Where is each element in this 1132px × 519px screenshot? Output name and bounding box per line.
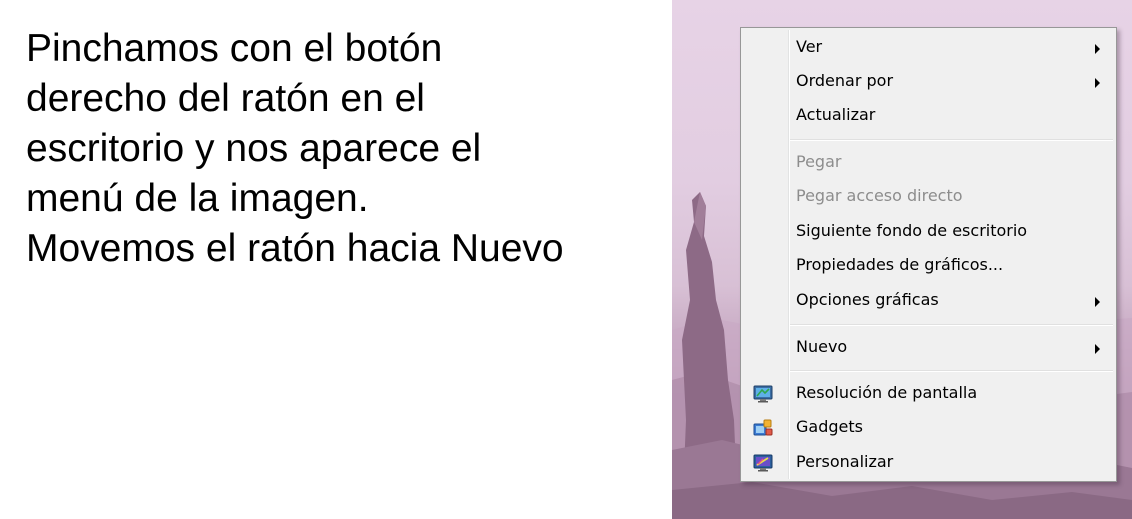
instruction-line: Pinchamos con el botón xyxy=(26,27,443,70)
instruction-line: menú de la imagen. xyxy=(26,177,369,220)
menu-item-label: Pegar acceso directo xyxy=(796,186,963,205)
menu-separator xyxy=(790,324,1113,326)
menu-item-personalizar[interactable]: Personalizar xyxy=(743,446,1114,478)
menu-item-label: Ordenar por xyxy=(796,71,894,90)
menu-item-propiedades-graficos[interactable]: Propiedades de gráficos... xyxy=(743,249,1114,281)
instruction-line: Movemos el ratón hacia Nuevo xyxy=(26,227,564,270)
menu-item-label: Propiedades de gráficos... xyxy=(796,255,1004,274)
menu-item-gadgets[interactable]: Gadgets xyxy=(743,411,1114,443)
menu-item-opciones-graficas[interactable]: Opciones gráficas xyxy=(743,284,1114,316)
menu-item-ordenar-por[interactable]: Ordenar por xyxy=(743,65,1114,97)
menu-item-actualizar[interactable]: Actualizar xyxy=(743,99,1114,131)
menu-item-label: Siguiente fondo de escritorio xyxy=(796,221,1028,240)
submenu-arrow-icon xyxy=(1095,78,1100,88)
instruction-line: escritorio y nos aparece el xyxy=(26,127,482,170)
menu-item-nuevo[interactable]: Nuevo xyxy=(743,331,1114,363)
gadgets-icon xyxy=(753,419,773,436)
menu-item-label: Pegar xyxy=(796,152,842,171)
submenu-arrow-icon xyxy=(1095,44,1100,54)
menu-item-label: Gadgets xyxy=(796,417,863,436)
menu-item-label: Personalizar xyxy=(796,452,894,471)
menu-separator xyxy=(790,139,1113,141)
menu-item-label: Resolución de pantalla xyxy=(796,383,978,402)
instruction-text: Pinchamos con el botón derecho del ratón… xyxy=(26,24,646,274)
menu-item-label: Ver xyxy=(796,37,823,56)
menu-item-pegar-acceso-directo[interactable]: Pegar acceso directo xyxy=(743,180,1114,212)
submenu-arrow-icon xyxy=(1095,344,1100,354)
personalize-icon xyxy=(753,454,773,472)
menu-item-pegar[interactable]: Pegar xyxy=(743,146,1114,178)
menu-item-label: Actualizar xyxy=(796,105,876,124)
instruction-line: derecho del ratón en el xyxy=(26,77,425,120)
desktop-context-menu: Ver Ordenar por Actualizar Pegar Pegar a… xyxy=(740,27,1117,482)
screen-resolution-icon xyxy=(753,385,773,403)
menu-item-siguiente-fondo[interactable]: Siguiente fondo de escritorio xyxy=(743,215,1114,247)
menu-item-label: Opciones gráficas xyxy=(796,290,939,309)
menu-item-label: Nuevo xyxy=(796,337,848,356)
submenu-arrow-icon xyxy=(1095,297,1100,307)
menu-item-resolucion-pantalla[interactable]: Resolución de pantalla xyxy=(743,377,1114,409)
menu-item-ver[interactable]: Ver xyxy=(743,31,1114,63)
page: Pinchamos con el botón derecho del ratón… xyxy=(0,0,1132,519)
menu-separator xyxy=(790,370,1113,372)
